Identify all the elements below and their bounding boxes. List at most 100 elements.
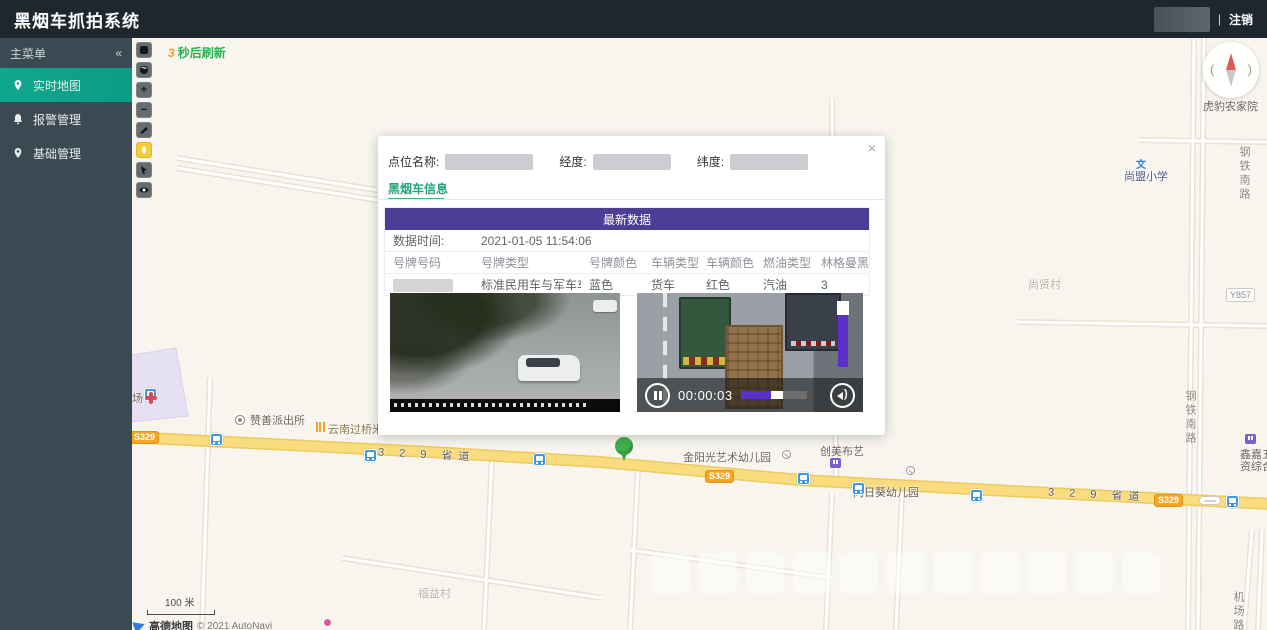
- bus-stop-icon: [364, 449, 377, 462]
- sidebar-header: 主菜单 «: [0, 38, 132, 68]
- col-ringelmann: 林格曼黑度: [813, 254, 869, 271]
- speaker-icon[interactable]: [830, 383, 855, 408]
- photo-osd-strip: [390, 399, 620, 412]
- bus-stop-icon: [1226, 495, 1239, 508]
- scale-label: 100 米: [165, 594, 215, 609]
- poi-label-xinjia-line2: 资综合: [1240, 458, 1267, 474]
- poi-label-fabric-shop: 创美布艺: [820, 443, 864, 459]
- rotate-left-icon[interactable]: (: [1210, 62, 1214, 77]
- sidebar-item-basic-management[interactable]: 基础管理: [0, 136, 132, 170]
- amap-copyright: © 2021 AutoNavi: [197, 621, 272, 630]
- popup-fields: 点位名称: 经度: 纬度:: [388, 153, 808, 170]
- poi-label-school: 尚盟小学: [1124, 168, 1168, 184]
- col-vehicle-color: 车辆颜色: [698, 254, 755, 271]
- road-label-steel-south-top: 钢铁南路: [1236, 146, 1252, 202]
- point-name-label: 点位名称:: [388, 153, 439, 170]
- col-fuel-type: 燃油类型: [755, 254, 813, 271]
- topbar-separator: |: [1218, 12, 1221, 26]
- zoom-in-button[interactable]: +: [136, 82, 152, 98]
- map-canvas[interactable]: + − 3秒后刷新 ( ) ⌄ 文 尚盟小学 钢铁南路 钢铁南路 尚贤村 虎豹农: [132, 38, 1267, 630]
- poi-label-chang: 场: [132, 390, 143, 406]
- select-tool-button[interactable]: [136, 162, 152, 178]
- green-truck: [679, 297, 731, 369]
- sidebar: 主菜单 « 实时地图 报警管理 基础管理: [0, 38, 132, 630]
- restaurant-icon: [316, 422, 325, 432]
- capture-point-marker[interactable]: [615, 437, 633, 462]
- dark-truck: [785, 293, 841, 351]
- background-car: [593, 300, 617, 312]
- refresh-text: 秒后刷新: [178, 46, 226, 60]
- rotate-right-icon[interactable]: ): [1248, 62, 1252, 77]
- road-label-airport: 机场路: [1230, 591, 1246, 630]
- volume-fill: [838, 315, 848, 367]
- longitude-label: 经度:: [559, 153, 586, 170]
- hospital-icon: [145, 392, 157, 404]
- road-badge-pill: [1199, 496, 1221, 505]
- topbar-right: | 注销: [1154, 7, 1253, 32]
- progress-fill: [741, 391, 771, 399]
- globe-tool-button[interactable]: [136, 62, 152, 78]
- sidebar-header-label: 主菜单: [10, 45, 46, 62]
- compass-tilt-icon[interactable]: ⌄: [1226, 100, 1234, 111]
- bell-icon: [12, 113, 24, 125]
- data-time-label: 数据时间:: [385, 232, 473, 249]
- sidebar-item-label: 实时地图: [33, 77, 81, 94]
- latitude-redacted: [730, 154, 808, 170]
- bus-stop-icon: [797, 472, 810, 485]
- poi-label-kindergarten-1: 金阳光艺术幼儿园: [683, 449, 771, 465]
- ringelmann-value: 3: [813, 278, 869, 292]
- visibility-tool-button[interactable]: [136, 182, 152, 198]
- sidebar-item-alarm-management[interactable]: 报警管理: [0, 102, 132, 136]
- app-title: 黑烟车抓拍系统: [14, 7, 140, 32]
- map-pin-icon: [12, 79, 24, 91]
- latitude-label: 纬度:: [697, 153, 724, 170]
- tab-divider: [378, 199, 885, 200]
- progress-handle[interactable]: [771, 391, 783, 399]
- road-badge-s329: S329: [132, 431, 159, 444]
- data-time-value: 2021-01-05 11:54:06: [473, 234, 592, 248]
- poi-dot-icon: [323, 618, 332, 627]
- capture-photo: [390, 293, 620, 412]
- shape-tool-button[interactable]: [136, 42, 152, 58]
- video-timestamp: 00:00:03: [678, 388, 733, 403]
- close-icon[interactable]: ×: [868, 141, 876, 155]
- plate-type-value: 标准民用车与军车车牌: [473, 276, 581, 293]
- sidebar-item-realtime-map[interactable]: 实时地图: [0, 68, 132, 102]
- vehicle-data-table: 最新数据 数据时间: 2021-01-05 11:54:06 号牌号码 号牌类型…: [384, 207, 870, 296]
- collapse-sidebar-icon[interactable]: «: [115, 46, 122, 60]
- vehicle-color-value: 红色: [698, 276, 755, 293]
- longitude-redacted: [593, 154, 671, 170]
- app-window: 黑烟车抓拍系统 | 注销 主菜单 « 实时地图 报警管理: [0, 0, 1267, 630]
- poi-label-shangxian-village: 尚贤村: [1028, 276, 1061, 292]
- amap-logo-icon: [132, 618, 146, 630]
- measure-tool-button[interactable]: [136, 122, 152, 138]
- compass-needle-north: [1226, 53, 1236, 70]
- compass-control[interactable]: ( ): [1203, 42, 1259, 98]
- col-plate-number: 号牌号码: [385, 254, 473, 271]
- police-station-icon: [235, 415, 245, 425]
- map-toolbar: + −: [136, 42, 152, 198]
- video-progress-bar[interactable]: [741, 391, 807, 399]
- bus-stop-icon: [852, 482, 865, 495]
- map-watermark: [652, 553, 1160, 593]
- bus-stop-icon: [210, 433, 223, 446]
- refresh-countdown: 3秒后刷新: [168, 44, 226, 61]
- plate-number-redacted: [385, 277, 473, 291]
- captured-car: [518, 355, 580, 381]
- pause-button[interactable]: [645, 383, 670, 408]
- zoom-out-button[interactable]: −: [136, 102, 152, 118]
- bus-stop-icon: [970, 489, 983, 502]
- logout-button[interactable]: 注销: [1229, 11, 1253, 28]
- vehicle-type-value: 货车: [643, 276, 698, 293]
- marker-tool-button[interactable]: [136, 142, 152, 158]
- map-attribution: 高德地图 © 2021 AutoNavi: [134, 618, 272, 630]
- compass-needle-south: [1226, 70, 1236, 87]
- poi-label-fuyi-village: 福益村: [418, 585, 451, 601]
- capture-video-player[interactable]: 00:00:03: [637, 293, 863, 412]
- road-badge-y857: Y857: [1226, 288, 1255, 302]
- road-badge-s329: S329: [1154, 494, 1183, 507]
- volume-slider[interactable]: [837, 301, 849, 373]
- volume-handle[interactable]: [837, 301, 849, 315]
- top-bar: 黑烟车抓拍系统 | 注销: [0, 0, 1267, 38]
- col-plate-color: 号牌颜色: [581, 254, 643, 271]
